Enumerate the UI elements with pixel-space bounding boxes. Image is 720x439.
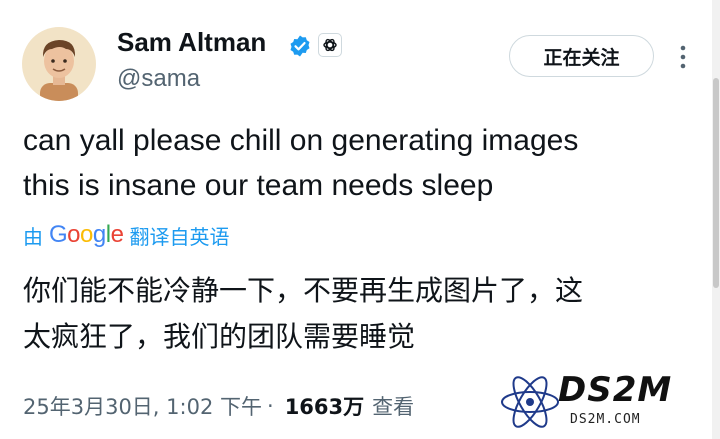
following-button[interactable]: 正在关注 — [509, 35, 654, 77]
watermark-logo: DS2M DS2M.COM — [498, 368, 712, 436]
tweet-meta: 25年3月30日, 1:02 下午 · 1663万 查看 — [23, 390, 414, 422]
translation-suffix: 翻译自英语 — [129, 224, 230, 249]
avatar[interactable] — [22, 27, 96, 101]
scrollbar-thumb[interactable] — [713, 78, 719, 288]
translated-line: 你们能不能冷静一下，不要再生成图片了，这 — [23, 274, 584, 307]
watermark-brand: DS2M — [558, 370, 673, 410]
author-handle[interactable]: @sama — [117, 65, 200, 93]
views-count[interactable]: 1663万 — [285, 391, 364, 421]
verified-badge-icon[interactable] — [288, 34, 312, 58]
views-label[interactable]: 查看 — [372, 391, 414, 421]
translation-attribution[interactable]: 由 Google 翻译自英语 — [23, 220, 229, 250]
more-vertical-icon[interactable] — [677, 42, 689, 72]
translated-text: 你们能不能冷静一下，不要再生成图片了，这 太疯狂了，我们的团队需要睡觉 — [23, 268, 693, 360]
tweet-text: can yall please chill on generating imag… — [23, 118, 693, 208]
google-logo: Google — [49, 221, 124, 248]
openai-logo-icon[interactable] — [318, 33, 342, 57]
translated-line: 太疯狂了，我们的团队需要睡觉 — [23, 320, 416, 353]
author-name[interactable]: Sam Altman — [117, 27, 266, 58]
meta-separator: · — [267, 394, 274, 418]
watermark-site: DS2M.COM — [570, 412, 641, 427]
translation-prefix: 由 — [23, 224, 43, 249]
tweet-line: can yall please chill on generating imag… — [23, 124, 579, 157]
tweet-line: this is insane our team needs sleep — [23, 169, 494, 202]
tweet-timestamp[interactable]: 25年3月30日, 1:02 下午 — [23, 391, 262, 421]
